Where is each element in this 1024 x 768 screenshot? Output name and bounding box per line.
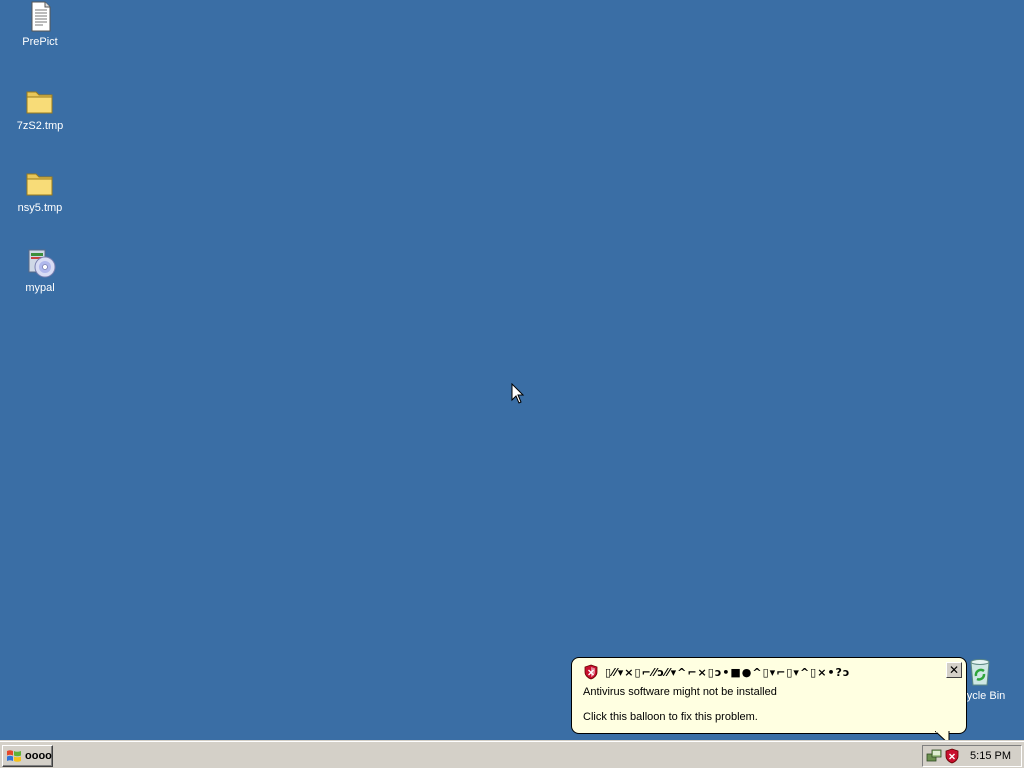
start-button[interactable]: oooo — [2, 745, 53, 767]
desktop-icon-7zs2-tmp[interactable]: 7zS2.tmp — [2, 84, 78, 133]
desktop-icon-label: ycle Bin — [966, 690, 1006, 702]
balloon-message: Antivirus software might not be installe… — [583, 686, 777, 698]
network-icon[interactable] — [926, 748, 942, 764]
start-label: oooo — [25, 750, 52, 762]
security-shield-icon — [584, 664, 598, 680]
folder-icon — [26, 173, 53, 196]
desktop-icon-prepict[interactable]: PrePict — [2, 0, 78, 49]
folder-icon — [26, 91, 53, 114]
balloon-close-button[interactable]: ✕ — [946, 662, 962, 678]
system-tray: 5:15 PM — [922, 745, 1022, 767]
balloon-title: ▯⁄⁄▾×▯⌐⁄⁄ↄ⁄⁄▾^⌐×▯ↄ•■●^▯▾⌐▯▾^▯×•?ↄ — [605, 665, 851, 679]
desktop-icon-label: nsy5.tmp — [17, 202, 63, 214]
installer-cd-icon — [28, 249, 56, 278]
close-icon: ✕ — [948, 663, 960, 677]
mouse-pointer-icon — [511, 383, 525, 404]
desktop-icon-nsy5-tmp[interactable]: nsy5.tmp — [2, 166, 78, 215]
desktop-icon-label: 7zS2.tmp — [16, 120, 64, 132]
text-document-icon — [31, 1, 51, 32]
security-balloon-tip[interactable]: ▯⁄⁄▾×▯⌐⁄⁄ↄ⁄⁄▾^⌐×▯ↄ•■●^▯▾⌐▯▾^▯×•?ↄ ✕ Anti… — [571, 657, 967, 734]
windows-logo-icon — [7, 750, 21, 762]
desktop-icon-label: PrePict — [22, 36, 58, 48]
taskbar-clock[interactable]: 5:15 PM — [970, 750, 1011, 762]
recycle-bin-icon — [970, 659, 990, 686]
security-shield-icon[interactable] — [944, 748, 960, 764]
balloon-hint: Click this balloon to fix this problem. — [583, 711, 758, 723]
desktop-icon-mypal[interactable]: mypal — [2, 246, 78, 295]
balloon-title-row: ▯⁄⁄▾×▯⌐⁄⁄ↄ⁄⁄▾^⌐×▯ↄ•■●^▯▾⌐▯▾^▯×•?ↄ — [583, 663, 956, 681]
desktop-icon-label: mypal — [25, 282, 55, 294]
taskbar: oooo 5:15 PM — [0, 740, 1024, 768]
